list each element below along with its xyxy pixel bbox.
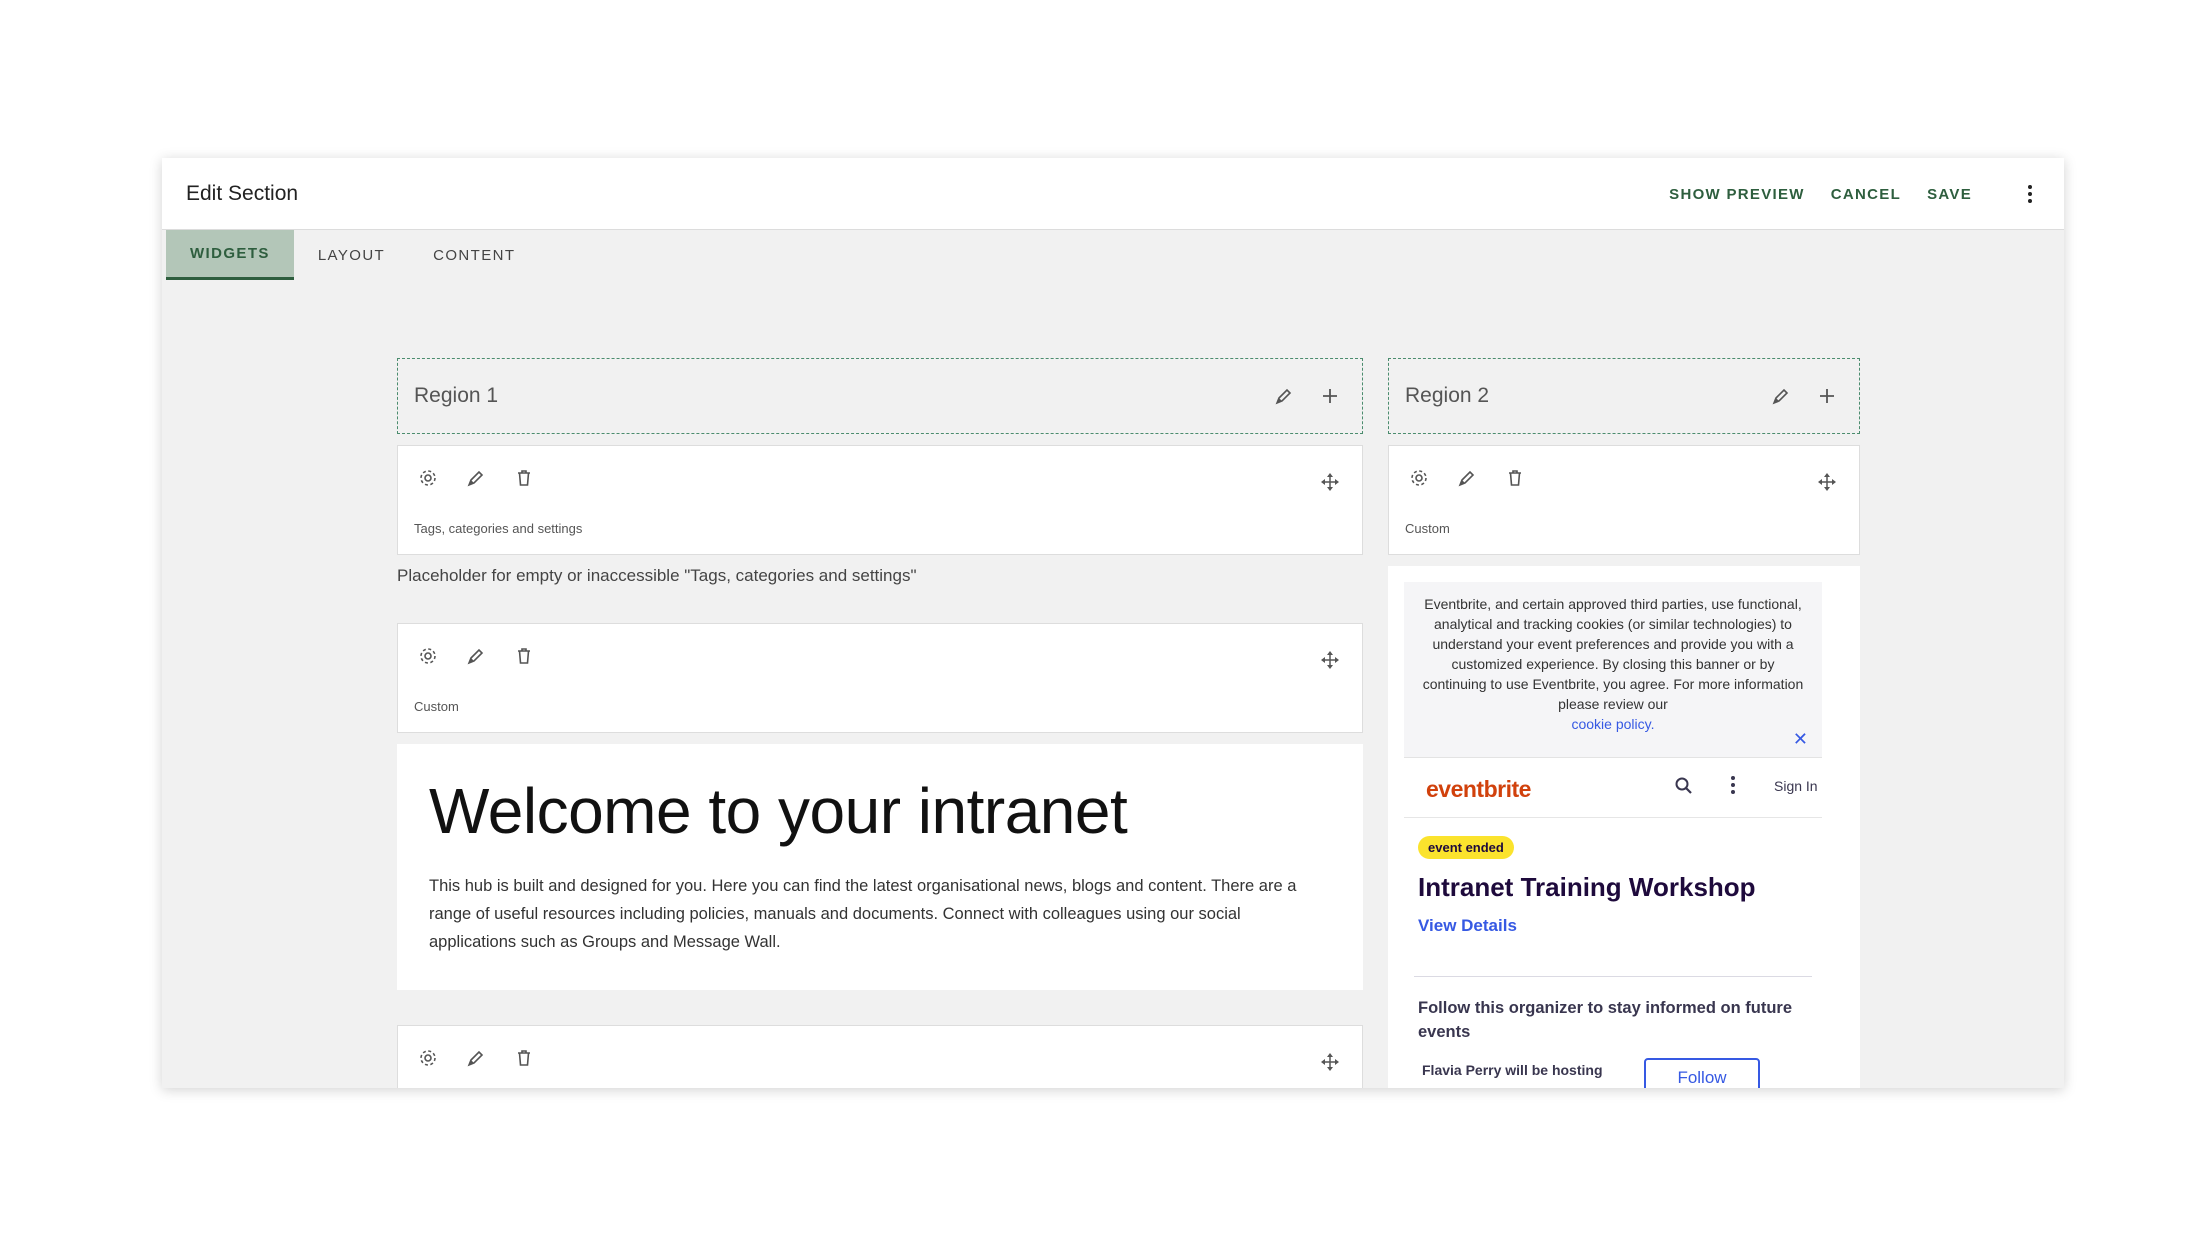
cancel-button[interactable]: CANCEL — [1831, 186, 1901, 203]
move-icon[interactable] — [1314, 1046, 1346, 1078]
eventbrite-header: eventbrite Sign In — [1404, 758, 1822, 818]
welcome-heading: Welcome to your intranet — [429, 775, 1128, 847]
widget-tools — [412, 462, 540, 494]
edit-icon[interactable] — [1765, 380, 1797, 412]
header-actions: SHOW PREVIEW CANCEL SAVE — [1643, 158, 2044, 230]
move-icon[interactable] — [1811, 466, 1843, 498]
delete-icon[interactable] — [508, 640, 540, 672]
move-icon[interactable] — [1314, 644, 1346, 676]
eventbrite-embed: Eventbrite, and certain approved third p… — [1388, 566, 1860, 1088]
host-text: Flavia Perry will be hosting — [1422, 1062, 1603, 1078]
tab-content[interactable]: CONTENT — [409, 230, 539, 280]
tab-widgets[interactable]: WIDGETS — [166, 230, 294, 280]
region-1-header: Region 1 — [397, 358, 1363, 434]
more-vertical-icon[interactable] — [2016, 180, 2044, 208]
welcome-content: Welcome to your intranet This hub is bui… — [397, 744, 1363, 990]
region-title: Region 1 — [414, 384, 499, 407]
widget-tools — [412, 1042, 540, 1074]
edit-icon[interactable] — [1268, 380, 1300, 412]
tab-bar: WIDGETS LAYOUT CONTENT — [166, 230, 539, 280]
search-icon[interactable] — [1674, 776, 1694, 801]
widget-tools — [412, 640, 540, 672]
view-details-link[interactable]: View Details — [1418, 916, 1517, 936]
event-status-badge: event ended — [1418, 836, 1514, 859]
add-icon[interactable] — [1811, 380, 1843, 412]
widget-toolbar-next — [397, 1025, 1363, 1088]
follow-button[interactable]: Follow — [1644, 1058, 1760, 1088]
page-title: Edit Section — [186, 182, 299, 205]
welcome-body: This hub is built and designed for you. … — [429, 877, 1297, 951]
edit-icon[interactable] — [460, 462, 492, 494]
delete-icon[interactable] — [508, 1042, 540, 1074]
eventbrite-logo[interactable]: eventbrite — [1426, 776, 1531, 803]
show-preview-button[interactable]: SHOW PREVIEW — [1669, 186, 1805, 203]
cookie-banner: Eventbrite, and certain approved third p… — [1404, 582, 1822, 758]
edit-icon[interactable] — [460, 640, 492, 672]
widget-tools — [1403, 462, 1531, 494]
edit-icon[interactable] — [460, 1042, 492, 1074]
header-bar: Edit Section SHOW PREVIEW CANCEL SAVE — [162, 158, 2064, 230]
region-2-header: Region 2 — [1388, 358, 1860, 434]
widget-label: Custom — [414, 699, 459, 714]
edit-icon[interactable] — [1451, 462, 1483, 494]
sign-in-link[interactable]: Sign In — [1774, 778, 1818, 794]
settings-icon[interactable] — [412, 462, 444, 494]
save-button[interactable]: SAVE — [1927, 186, 1972, 203]
more-vertical-icon[interactable] — [1728, 776, 1738, 794]
event-title: Intranet Training Workshop — [1418, 872, 1756, 902]
widget-toolbar-tags: Tags, categories and settings — [397, 445, 1363, 555]
settings-icon[interactable] — [412, 1042, 444, 1074]
close-icon[interactable]: ✕ — [1793, 729, 1808, 749]
region-title: Region 2 — [1405, 384, 1490, 407]
widget-label: Tags, categories and settings — [414, 521, 583, 536]
settings-icon[interactable] — [1403, 462, 1435, 494]
edit-section-dialog: Edit Section SHOW PREVIEW CANCEL SAVE WI… — [162, 158, 2064, 1088]
settings-icon[interactable] — [412, 640, 444, 672]
placeholder-text: Placeholder for empty or inaccessible "T… — [397, 566, 917, 585]
cookie-text: Eventbrite, and certain approved third p… — [1422, 596, 1804, 712]
follow-organizer-text: Follow this organizer to stay informed o… — [1418, 999, 1793, 1041]
widget-toolbar-custom: Custom — [397, 623, 1363, 733]
add-icon[interactable] — [1314, 380, 1346, 412]
delete-icon[interactable] — [508, 462, 540, 494]
move-icon[interactable] — [1314, 466, 1346, 498]
divider — [1414, 976, 1812, 977]
delete-icon[interactable] — [1499, 462, 1531, 494]
tab-layout[interactable]: LAYOUT — [294, 230, 409, 280]
widget-toolbar-custom: Custom — [1388, 445, 1860, 555]
widget-label: Custom — [1405, 521, 1450, 536]
cookie-policy-link[interactable]: cookie policy. — [1571, 716, 1654, 732]
